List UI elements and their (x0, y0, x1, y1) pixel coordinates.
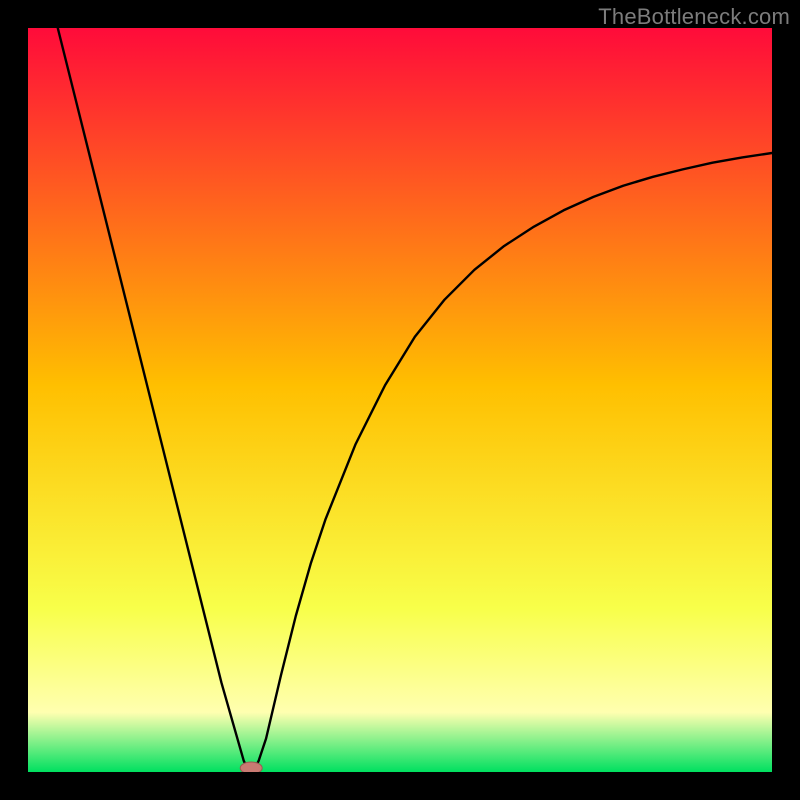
minimum-marker (240, 762, 262, 772)
chart-svg (28, 28, 772, 772)
plot-area (28, 28, 772, 772)
watermark-text: TheBottleneck.com (598, 4, 790, 30)
chart-frame: TheBottleneck.com (0, 0, 800, 800)
gradient-background (28, 28, 772, 772)
